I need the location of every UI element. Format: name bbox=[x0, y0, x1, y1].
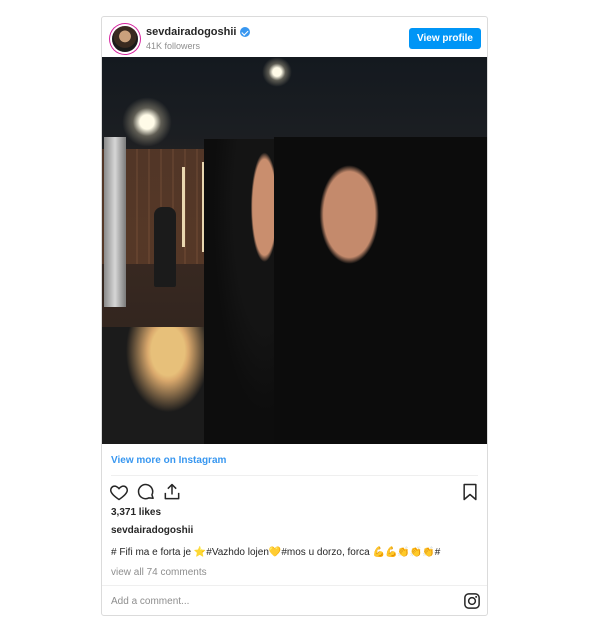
likes-count[interactable]: 3,371 likes bbox=[111, 507, 161, 518]
instagram-icon[interactable] bbox=[463, 592, 481, 610]
followers-count: 41K followers bbox=[146, 41, 201, 51]
divider bbox=[111, 475, 478, 476]
verified-badge-icon bbox=[240, 27, 251, 37]
seated-woman bbox=[102, 327, 212, 444]
heart-icon bbox=[110, 485, 128, 501]
comment-button[interactable] bbox=[135, 482, 157, 504]
instagram-embed-card: sevdairadogoshii 41K followers View prof… bbox=[101, 16, 488, 616]
view-profile-button[interactable]: View profile bbox=[409, 28, 481, 49]
caption-username[interactable]: sevdairadogoshii bbox=[111, 525, 193, 536]
stage-light bbox=[262, 57, 292, 87]
post-header: sevdairadogoshii 41K followers View prof… bbox=[102, 17, 487, 57]
avatar[interactable] bbox=[112, 26, 138, 52]
bookmark-button[interactable] bbox=[459, 482, 481, 504]
comment-icon bbox=[137, 483, 154, 500]
view-all-comments-link[interactable]: view all 74 comments bbox=[111, 567, 207, 578]
username-row: sevdairadogoshii bbox=[146, 26, 251, 38]
bookmark-icon bbox=[463, 483, 477, 501]
add-comment-input[interactable] bbox=[102, 589, 453, 613]
username-link[interactable]: sevdairadogoshii bbox=[146, 26, 236, 38]
light-pole bbox=[182, 167, 185, 247]
share-button[interactable] bbox=[161, 482, 183, 504]
view-more-link[interactable]: View more on Instagram bbox=[111, 455, 226, 466]
background-person bbox=[154, 207, 176, 287]
patio-heater bbox=[104, 137, 126, 307]
user-block: sevdairadogoshii 41K followers bbox=[146, 26, 251, 51]
share-icon bbox=[164, 483, 180, 500]
like-button[interactable] bbox=[108, 482, 130, 504]
divider bbox=[102, 585, 487, 586]
stadium-light bbox=[122, 97, 172, 147]
action-bar bbox=[108, 482, 481, 504]
man-in-black-suit bbox=[274, 137, 487, 444]
post-photo[interactable] bbox=[102, 57, 487, 444]
caption-text: # Fifi ma e forta je ⭐#Vazhdo lojen💛#mos… bbox=[111, 547, 441, 558]
